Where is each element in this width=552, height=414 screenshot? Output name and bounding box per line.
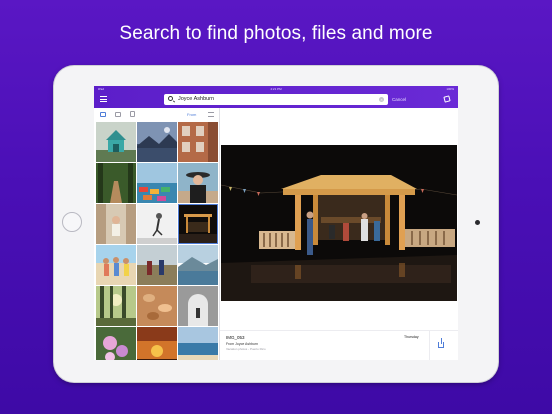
photo-details: IMG_053 From Joyce Ashburn Vacation phot… bbox=[220, 330, 458, 360]
thumbnail-trees-sun[interactable] bbox=[96, 286, 136, 326]
battery-label: 100% bbox=[446, 87, 454, 91]
thumbnail-boats[interactable] bbox=[137, 163, 177, 203]
cancel-button[interactable]: Cancel bbox=[392, 94, 406, 105]
thumbnail-brick-building[interactable] bbox=[178, 122, 218, 162]
headline: Search to find photos, files and more bbox=[119, 23, 433, 44]
received-date: Thursday bbox=[404, 335, 419, 339]
results-pane: From bbox=[94, 108, 220, 360]
clock-label: 4:21 PM bbox=[270, 87, 282, 91]
camera-dot bbox=[475, 220, 480, 225]
search-icon bbox=[168, 96, 173, 101]
thumbnail-woman-hat[interactable] bbox=[178, 163, 218, 203]
thumbnail-arch-window[interactable] bbox=[178, 286, 218, 326]
from-filter[interactable]: From bbox=[187, 111, 196, 118]
file-icon[interactable] bbox=[130, 111, 135, 117]
thumbnail-street-girl[interactable] bbox=[96, 204, 136, 244]
thumbnail-sea-hills[interactable] bbox=[178, 245, 218, 285]
thumbnail-night-pavilion[interactable] bbox=[178, 204, 218, 244]
thumbnail-people-field[interactable] bbox=[137, 245, 177, 285]
search-value: Joyce Ashburn bbox=[178, 96, 215, 102]
thumbnail-jumper[interactable] bbox=[137, 204, 177, 244]
home-button[interactable] bbox=[62, 212, 82, 232]
photo-preview[interactable] bbox=[221, 145, 457, 301]
photo-icon[interactable] bbox=[115, 112, 121, 117]
thumbnail-forest-path[interactable] bbox=[96, 163, 136, 203]
share-icon[interactable] bbox=[438, 338, 444, 348]
search-input[interactable]: Joyce Ashburn × bbox=[164, 94, 388, 105]
nav-bar: iPad 4:21 PM 100% Joyce Ashburn × Cancel bbox=[94, 86, 458, 108]
mail-icon[interactable] bbox=[100, 112, 106, 117]
preview-pane: IMG_053 From Joyce Ashburn Vacation phot… bbox=[220, 108, 458, 360]
email-subject: Vacation photos - Puerto Rico bbox=[226, 347, 266, 351]
thumbnail-treehouse[interactable] bbox=[96, 122, 136, 162]
menu-icon[interactable] bbox=[100, 96, 107, 102]
status-bar: iPad 4:21 PM 100% bbox=[94, 86, 458, 92]
sort-icon[interactable] bbox=[208, 112, 214, 117]
file-name: IMG_053 bbox=[226, 335, 245, 340]
app-screen: iPad 4:21 PM 100% Joyce Ashburn × Cancel… bbox=[94, 86, 458, 360]
thumbnail-group-beach[interactable] bbox=[96, 245, 136, 285]
thumbnail-flowers[interactable] bbox=[96, 327, 136, 360]
thumbnail-autumn-leaves[interactable] bbox=[137, 286, 177, 326]
thumbnail-lake-dusk[interactable] bbox=[137, 122, 177, 162]
filter-bar: From bbox=[94, 108, 220, 122]
compose-icon[interactable] bbox=[443, 95, 451, 103]
thumbnail-beach-sea[interactable] bbox=[178, 327, 218, 360]
clear-icon[interactable]: × bbox=[379, 97, 384, 102]
thumbnail-sunset-sky[interactable] bbox=[137, 327, 177, 360]
thumbnail-grid bbox=[96, 122, 218, 360]
divider bbox=[429, 331, 430, 360]
sender-name[interactable]: From Joyce Ashburn bbox=[226, 342, 258, 346]
